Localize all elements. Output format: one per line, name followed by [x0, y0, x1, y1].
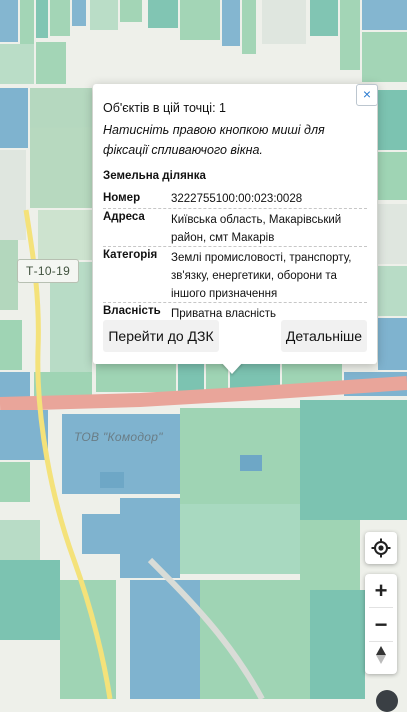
section-title: Земельна ділянка	[103, 170, 206, 182]
details-button[interactable]: Детальніше	[281, 320, 367, 352]
road-label-t1019: Т-10-19	[17, 259, 79, 283]
parcel-cluster-east	[378, 90, 407, 370]
row-divider	[103, 246, 367, 247]
zoom-controls: + −	[365, 574, 397, 674]
info-value: Київська область, Макарівський район, см…	[171, 214, 342, 244]
info-key: Категорія	[103, 249, 158, 261]
row-divider	[103, 302, 367, 303]
info-key: Адреса	[103, 211, 145, 223]
info-value: Землі промисловості, транспорту, зв'язку…	[171, 252, 352, 300]
popup-hint-text: Натисніть правою кнопкою миші для фіксац…	[103, 123, 325, 157]
compass-icon	[374, 645, 388, 670]
locate-button[interactable]	[365, 532, 397, 564]
popup-pointer	[221, 362, 243, 374]
info-key: Власність	[103, 305, 161, 317]
go-to-dzk-button[interactable]: Перейти до ДЗК	[103, 320, 219, 352]
info-bubble-icon[interactable]	[376, 690, 398, 712]
plus-icon: +	[374, 577, 388, 603]
close-popup-button[interactable]: ×	[356, 84, 378, 106]
parcel-info-popup: Об'єктів в цій точці: 1 Натисніть правою…	[93, 84, 377, 364]
poi-label-komodor: ТОВ "Комодор"	[74, 430, 163, 444]
zoom-out-button[interactable]: −	[365, 608, 397, 641]
zoom-in-button[interactable]: +	[365, 574, 397, 607]
info-key: Номер	[103, 192, 141, 204]
minus-icon: −	[374, 611, 388, 637]
crosshair-icon	[371, 538, 391, 558]
row-divider	[103, 208, 367, 209]
objects-count-text: Об'єктів в цій точці: 1	[103, 101, 226, 115]
compass-button[interactable]	[365, 641, 397, 674]
info-value: 3222755100:00:023:0028	[171, 193, 303, 205]
